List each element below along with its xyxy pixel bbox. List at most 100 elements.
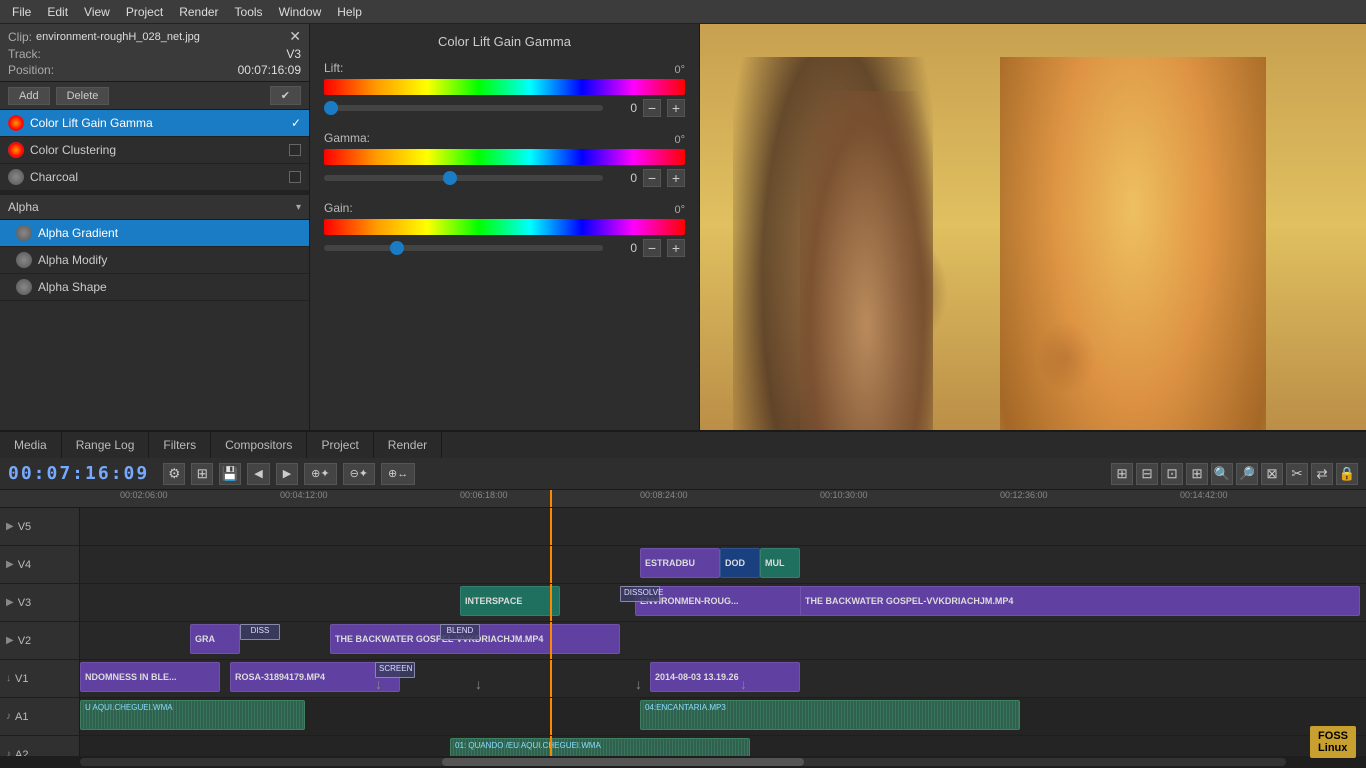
alpha-filter-shape[interactable]: Alpha Shape	[0, 274, 309, 301]
track-v2-content[interactable]: GRA THE BACKWATER GOSPEL-VVKDRIACHJM.MP4…	[80, 622, 1366, 659]
v4-clip-dod[interactable]: DOD	[720, 548, 760, 578]
v4-clip-estradbu[interactable]: ESTRADBU	[640, 548, 720, 578]
filter-checkbox-clustering[interactable]	[289, 144, 301, 156]
tab-range-log[interactable]: Range Log	[62, 431, 150, 459]
ruler-mark-3: 00:06:18:00	[460, 490, 508, 500]
timeline-snap-button[interactable]: ⊞	[191, 463, 213, 485]
gamma-decrease-button[interactable]: −	[643, 169, 661, 187]
a2-clip-quando[interactable]: 01: QUANDO /EU AQUI.CHEGUEI.WMA	[450, 738, 750, 756]
timeline-tool-1[interactable]: ⊞	[1111, 463, 1133, 485]
menu-file[interactable]: File	[4, 3, 39, 21]
a1-clip-aqui[interactable]: U AQUI.CHEGUEI.WMA	[80, 700, 305, 730]
timeline-tool-2[interactable]: ⊟	[1136, 463, 1158, 485]
track-a2-label: A2	[15, 749, 28, 757]
alpha-filter-modify[interactable]: Alpha Modify	[0, 247, 309, 274]
alpha-section-header[interactable]: Alpha ▾	[0, 191, 309, 220]
timeline-settings-button[interactable]: ⚙	[163, 463, 185, 485]
filter-item-charcoal[interactable]: Charcoal	[0, 164, 309, 191]
alpha-label-shape: Alpha Shape	[38, 280, 107, 294]
timeline-tool-3[interactable]: ⊡	[1161, 463, 1183, 485]
alpha-filter-gradient[interactable]: Alpha Gradient	[0, 220, 309, 247]
track-value: V3	[286, 47, 301, 61]
track-v3-content[interactable]: INTERSPACE ENVIRONMEN-ROUG... THE BACKWA…	[80, 584, 1366, 621]
menu-tools[interactable]: Tools	[227, 3, 271, 21]
track-v1: ↓ V1 NDOMNESS IN BLE... ROSA-31894179.MP…	[0, 660, 1366, 698]
gain-slider[interactable]	[324, 245, 603, 251]
timeline-remove-marker[interactable]: ⊖✦	[343, 463, 375, 485]
timeline-nav-prev[interactable]: ◀	[247, 463, 269, 485]
clip-info: Clip: environment-roughH_028_net.jpg ✕ T…	[0, 24, 309, 82]
timeline-fit[interactable]: ⊠	[1261, 463, 1283, 485]
lift-slider[interactable]	[324, 105, 603, 111]
timeline-add-marker[interactable]: ⊕✦	[304, 463, 336, 485]
delete-filter-button[interactable]: Delete	[56, 87, 110, 105]
filter-label-color-lift: Color Lift Gain Gamma	[30, 116, 153, 130]
tab-compositors[interactable]: Compositors	[211, 431, 307, 459]
timeline-link-button[interactable]: ⊕↔	[381, 463, 415, 485]
ruler-mark-2: 00:04:12:00	[280, 490, 328, 500]
alpha-section-label: Alpha	[8, 200, 290, 214]
v2-clip-gra[interactable]: GRA	[190, 624, 240, 654]
scrollbar-track[interactable]	[80, 758, 1286, 766]
gain-label: Gain:	[324, 201, 353, 215]
v3-clip-interspace[interactable]: INTERSPACE	[460, 586, 560, 616]
timeline-save-button[interactable]: 💾	[219, 463, 241, 485]
menu-window[interactable]: Window	[271, 3, 330, 21]
gamma-slider[interactable]	[324, 175, 603, 181]
timeline-lock[interactable]: 🔒	[1336, 463, 1358, 485]
timeline-scrollbar[interactable]	[0, 756, 1366, 768]
v2-transition-dissolve2: DISS	[240, 624, 280, 640]
track-a1-icon: ♪	[6, 711, 11, 722]
gain-increase-button[interactable]: +	[667, 239, 685, 257]
tab-project[interactable]: Project	[307, 431, 373, 459]
tab-filters[interactable]: Filters	[149, 431, 211, 459]
v4-clip-mul[interactable]: MUL	[760, 548, 800, 578]
gain-decrease-button[interactable]: −	[643, 239, 661, 257]
track-v2: ▶ V2 GRA THE BACKWATER GOSPEL-VVKDRIACHJ…	[0, 622, 1366, 660]
track-a1: ♪ A1 U AQUI.CHEGUEI.WMA 04:ENCANTARIA.MP…	[0, 698, 1366, 736]
timeline-clip-tool[interactable]: ✂	[1286, 463, 1308, 485]
v3-clip-backwater[interactable]: THE BACKWATER GOSPEL-VVKDRIACHJM.MP4	[800, 586, 1360, 616]
lift-decrease-button[interactable]: −	[643, 99, 661, 117]
menu-render[interactable]: Render	[171, 3, 226, 21]
timeline-nav-next[interactable]: ▶	[276, 463, 298, 485]
lift-increase-button[interactable]: +	[667, 99, 685, 117]
filter-checkbox-charcoal[interactable]	[289, 171, 301, 183]
timeline-zoom-out[interactable]: 🔍	[1211, 463, 1233, 485]
close-clip-button[interactable]: ✕	[289, 28, 301, 45]
timeline-zoom-in-2[interactable]: 🔎	[1236, 463, 1258, 485]
bottom-area: Media Range Log Filters Compositors Proj…	[0, 430, 1366, 768]
menu-edit[interactable]: Edit	[39, 3, 76, 21]
v1-playhead	[550, 660, 552, 697]
ruler-playhead	[550, 490, 552, 508]
menu-view[interactable]: View	[76, 3, 118, 21]
tab-media[interactable]: Media	[0, 431, 62, 459]
timeline-transition-tool[interactable]: ⇄	[1311, 463, 1333, 485]
menu-help[interactable]: Help	[329, 3, 370, 21]
track-v1-content[interactable]: NDOMNESS IN BLE... ROSA-31894179.MP4 201…	[80, 660, 1366, 697]
filter-item-color-lift[interactable]: Color Lift Gain Gamma ✓	[0, 110, 309, 137]
alpha-shape-icon	[16, 279, 32, 295]
position-label: Position:	[8, 63, 54, 77]
track-a2-content[interactable]: 01: QUANDO /EU AQUI.CHEGUEI.WMA	[80, 736, 1366, 756]
track-v5-content[interactable]	[80, 508, 1366, 545]
track-label: Track:	[8, 47, 41, 61]
confirm-filter-button[interactable]: ✔	[270, 86, 301, 105]
filter-item-color-clustering[interactable]: Color Clustering	[0, 137, 309, 164]
timeline-tool-4[interactable]: ⊞	[1186, 463, 1208, 485]
gamma-increase-button[interactable]: +	[667, 169, 685, 187]
menu-project[interactable]: Project	[118, 3, 171, 21]
v1-clip-randomness[interactable]: NDOMNESS IN BLE...	[80, 662, 220, 692]
add-filter-button[interactable]: Add	[8, 87, 50, 105]
tab-render[interactable]: Render	[374, 431, 442, 459]
v1-clip-date[interactable]: 2014-08-03 13.19.26	[650, 662, 800, 692]
scrollbar-thumb[interactable]	[442, 758, 804, 766]
foss-watermark: FOSSLinux	[1310, 726, 1356, 758]
track-v4-content[interactable]: ESTRADBU DOD MUL	[80, 546, 1366, 583]
track-a1-content[interactable]: U AQUI.CHEGUEI.WMA 04:ENCANTARIA.MP3	[80, 698, 1366, 735]
a1-clip-encantaria[interactable]: 04:ENCANTARIA.MP3	[640, 700, 1020, 730]
v4-playhead	[550, 546, 552, 583]
lift-label: Lift:	[324, 61, 343, 75]
gain-value: 0	[609, 241, 637, 255]
ruler-mark-1: 00:02:06:00	[120, 490, 168, 500]
